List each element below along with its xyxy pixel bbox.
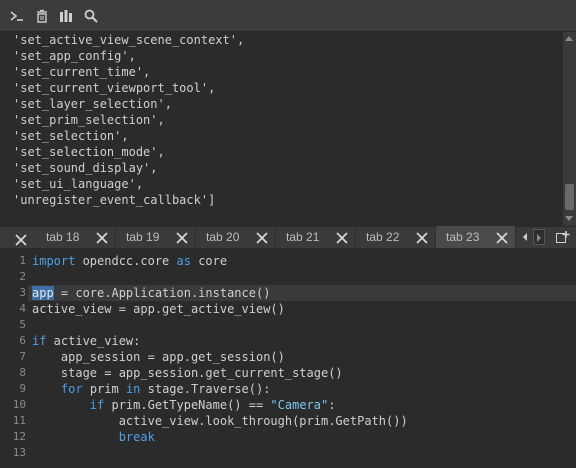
code-line-12: break bbox=[32, 429, 155, 445]
line-number: 6 bbox=[19, 334, 26, 347]
tab-label: tab 22 bbox=[366, 230, 400, 244]
keyword: in bbox=[125, 382, 141, 396]
line-number: 2 bbox=[19, 270, 26, 283]
tab-label: tab 20 bbox=[206, 230, 240, 244]
output-line: 'set_current_viewport_tool', bbox=[13, 81, 216, 95]
output-line: 'set_app_config', bbox=[13, 49, 136, 63]
terminal-icon[interactable] bbox=[9, 8, 25, 24]
code-line-10: if prim.GetTypeName() == "Camera": bbox=[32, 397, 336, 413]
line-number: 11 bbox=[12, 414, 26, 427]
tab-scroll-right-icon[interactable] bbox=[533, 229, 545, 245]
tab-scroll-left-icon[interactable] bbox=[519, 229, 531, 245]
output-line: 'set_current_time', bbox=[13, 65, 151, 79]
output-line: 'set_selection_mode', bbox=[13, 145, 165, 159]
code-line-6: if active_view: bbox=[32, 333, 140, 349]
code-line-3: app = core.Application.instance() bbox=[32, 285, 270, 301]
keyword: import bbox=[32, 254, 76, 268]
output-line: 'set_prim_selection', bbox=[13, 113, 165, 127]
line-number-gutter: 1 2 3 4 5 6 7 8 9 10 11 12 13 bbox=[0, 249, 28, 468]
tab-21[interactable]: tab 21 bbox=[276, 226, 356, 248]
tab-20[interactable]: tab 20 bbox=[196, 226, 276, 248]
code-line-1: import opendcc.core as core bbox=[32, 253, 227, 269]
output-line: 'set_active_view_scene_context', bbox=[13, 33, 245, 47]
line-number: 5 bbox=[19, 318, 26, 331]
code-text: opendcc.core bbox=[75, 254, 177, 268]
tab-23[interactable]: tab 23 bbox=[436, 226, 516, 248]
line-number: 9 bbox=[19, 382, 26, 395]
output-line: 'set_sound_display', bbox=[13, 161, 158, 175]
output-line: 'set_selection', bbox=[13, 129, 129, 143]
line-number: 3 bbox=[19, 286, 26, 299]
line-number: 4 bbox=[19, 302, 26, 315]
console-toolbar bbox=[0, 0, 576, 32]
code-text: = core.Application.instance() bbox=[53, 286, 271, 300]
output-line: 'unregister_event_callback'] bbox=[13, 193, 216, 207]
output-scrollbar[interactable] bbox=[562, 32, 576, 226]
scrollbar-thumb[interactable] bbox=[565, 184, 574, 210]
close-icon[interactable] bbox=[496, 231, 508, 244]
keyword: break bbox=[118, 430, 155, 444]
close-icon[interactable] bbox=[256, 231, 268, 244]
code-line-8: stage = app_session.get_current_stage() bbox=[32, 366, 343, 380]
code-text: prim.GetTypeName() == bbox=[104, 398, 271, 412]
code-line-7: app_session = app.get_session() bbox=[32, 350, 285, 364]
code-editor[interactable]: 1 2 3 4 5 6 7 8 9 10 11 12 13 import ope… bbox=[0, 249, 576, 468]
line-number: 13 bbox=[12, 446, 26, 459]
keyword: as bbox=[176, 254, 191, 268]
code-text: : bbox=[328, 398, 336, 412]
code-line-9: for prim in stage.Traverse(): bbox=[32, 381, 271, 397]
close-icon[interactable] bbox=[416, 231, 428, 244]
search-icon[interactable] bbox=[83, 8, 99, 24]
tab-label: tab 18 bbox=[46, 230, 80, 244]
keyword: for bbox=[60, 382, 83, 396]
line-number: 8 bbox=[19, 366, 26, 379]
output-icon[interactable] bbox=[58, 8, 74, 24]
code-text: prim bbox=[82, 382, 126, 396]
close-icon[interactable] bbox=[96, 231, 108, 244]
tab-22[interactable]: tab 22 bbox=[356, 226, 436, 248]
line-number: 1 bbox=[19, 254, 26, 267]
keyword: if bbox=[89, 398, 105, 412]
output-line: 'set_layer_selection', bbox=[13, 97, 172, 111]
output-pane[interactable]: 'set_active_view_scene_context', 'set_ap… bbox=[0, 32, 562, 226]
code-text: stage.Traverse(): bbox=[140, 382, 271, 396]
close-icon[interactable] bbox=[336, 231, 348, 244]
code-text: core bbox=[190, 254, 228, 268]
tab-19[interactable]: tab 19 bbox=[116, 226, 196, 248]
line-number: 10 bbox=[12, 398, 26, 411]
output-line: 'set_ui_language', bbox=[13, 177, 144, 191]
tab-label: tab 19 bbox=[126, 230, 160, 244]
close-icon[interactable] bbox=[15, 231, 27, 246]
tab-label: tab 23 bbox=[446, 230, 480, 244]
code-line-11: active_view.look_through(prim.GetPath()) bbox=[32, 414, 408, 428]
add-tab-icon[interactable] bbox=[556, 230, 570, 244]
scroll-up-icon[interactable] bbox=[565, 36, 573, 41]
tab-18[interactable]: tab 18 bbox=[36, 226, 116, 248]
string-literal: "Camera" bbox=[270, 398, 329, 412]
scroll-down-icon[interactable] bbox=[565, 216, 573, 221]
selected-text: app bbox=[32, 286, 54, 300]
code-text: active_view: bbox=[46, 334, 141, 348]
line-number: 12 bbox=[12, 430, 26, 443]
clear-icon[interactable] bbox=[34, 8, 50, 24]
code-line-4: active_view = app.get_active_view() bbox=[32, 302, 285, 316]
keyword: if bbox=[32, 334, 47, 348]
line-number: 7 bbox=[19, 350, 26, 363]
tab-label: tab 21 bbox=[286, 230, 320, 244]
close-icon[interactable] bbox=[176, 231, 188, 244]
